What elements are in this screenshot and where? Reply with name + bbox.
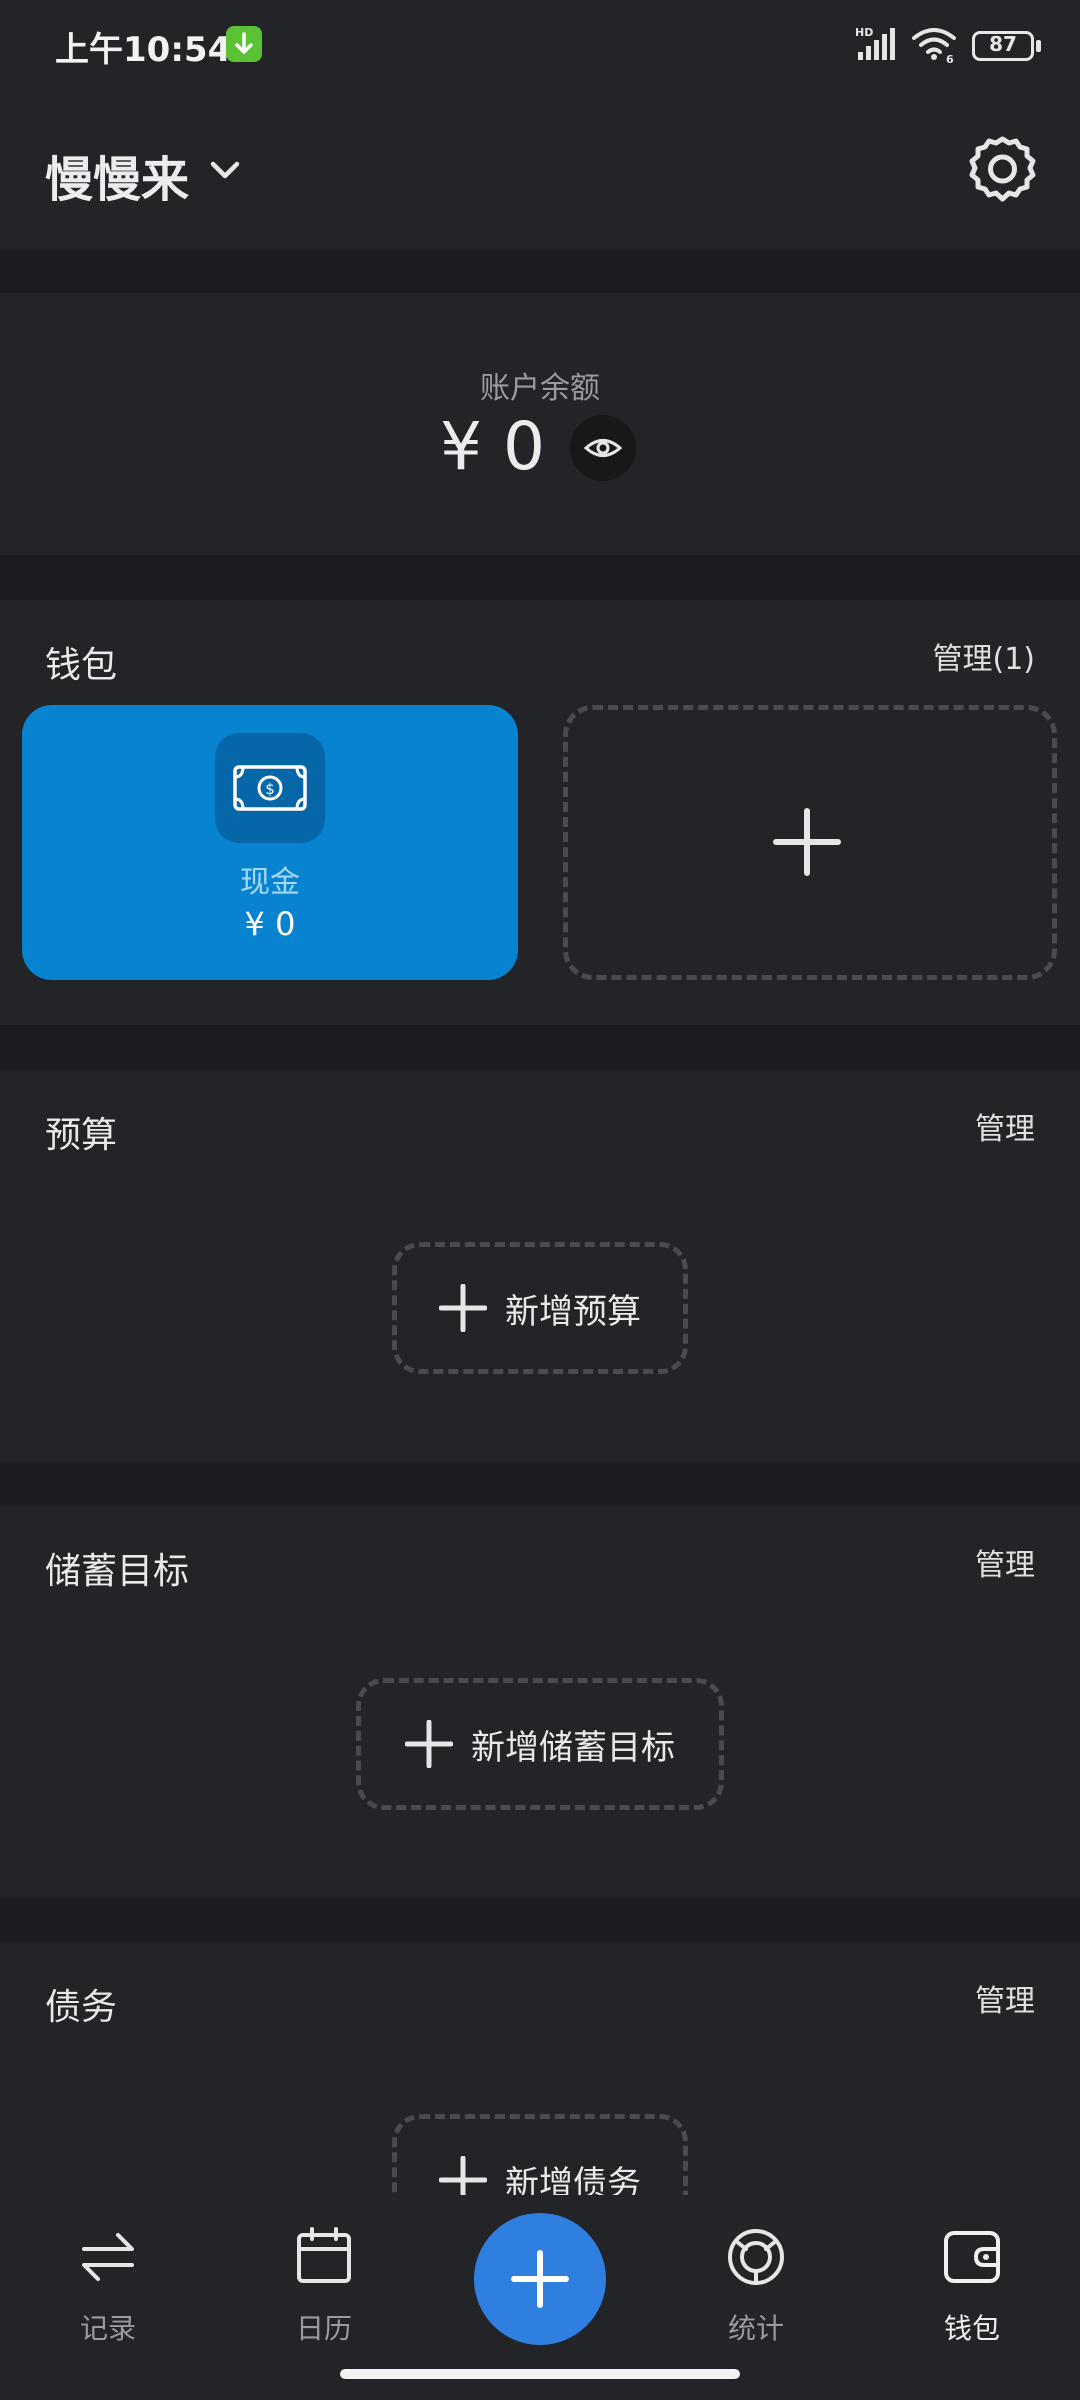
add-budget-button[interactable]: 新增预算	[392, 1242, 688, 1374]
nav-statistics[interactable]: 统计	[686, 2225, 826, 2345]
wallet-amount: ¥ 0	[244, 905, 296, 943]
plus-icon	[511, 2250, 569, 2308]
nav-records-label: 记录	[79, 2312, 136, 2345]
wifi-icon: 6	[912, 28, 956, 64]
gear-icon[interactable]	[965, 133, 1040, 208]
battery-tip	[1036, 40, 1041, 52]
chevron-down-icon[interactable]	[205, 150, 245, 190]
status-time: 上午10:54	[55, 30, 232, 70]
download-notification-icon	[226, 26, 262, 62]
add-savings-goal-label: 新增储蓄目标	[471, 1727, 675, 1768]
nav-wallet[interactable]: 钱包	[902, 2225, 1042, 2345]
nav-statistics-label: 统计	[727, 2312, 784, 2345]
svg-text:6: 6	[946, 53, 954, 64]
balance-label: 账户余额	[480, 371, 600, 406]
signal-icon: HD	[855, 26, 895, 60]
wallet-name: 现金	[240, 865, 300, 900]
add-budget-label: 新增预算	[505, 1291, 641, 1332]
budget-card: 预算 管理 新增预算	[0, 1070, 1080, 1462]
debt-section-title: 债务	[45, 1987, 118, 2028]
plus-icon	[773, 808, 841, 876]
wallet-section-title: 钱包	[45, 645, 118, 686]
ledger-selector[interactable]: 慢慢来	[45, 140, 189, 210]
debt-card: 债务 管理 新增债务	[0, 1942, 1080, 2202]
wallet-icon	[944, 2231, 1000, 2283]
wallet-tile-cash[interactable]: $ 现金 ¥ 0	[22, 705, 518, 980]
budget-section-title: 预算	[45, 1115, 118, 1156]
transfer-arrows-icon	[82, 2233, 134, 2281]
battery-icon: 87	[972, 31, 1034, 61]
home-indicator[interactable]	[340, 2369, 740, 2379]
nav-calendar[interactable]: 日历	[254, 2225, 394, 2345]
nav-wallet-label: 钱包	[943, 2312, 1000, 2345]
add-record-fab[interactable]	[474, 2213, 606, 2345]
banknote-icon: $	[215, 733, 325, 843]
wallet-manage-button[interactable]: 管理(1)	[933, 634, 1036, 678]
nav-calendar-label: 日历	[295, 2312, 352, 2345]
svg-text:HD: HD	[855, 26, 873, 39]
wallet-card: 钱包 管理(1) $ 现金 ¥ 0	[0, 600, 1080, 1025]
savings-section-title: 储蓄目标	[45, 1551, 190, 1592]
debt-manage-button[interactable]: 管理	[975, 1976, 1035, 2020]
battery-level: 87	[989, 32, 1017, 56]
plus-icon	[439, 1284, 487, 1332]
svg-text:$: $	[265, 780, 275, 798]
add-wallet-button[interactable]	[563, 705, 1057, 980]
plus-icon	[405, 1720, 453, 1768]
budget-manage-button[interactable]: 管理	[975, 1104, 1035, 1148]
calendar-icon	[297, 2227, 351, 2283]
page: 上午10:54 HD 6 87 慢慢来 账户余额 ¥ 0 钱包 管理(1) $ …	[0, 0, 1080, 2400]
savings-manage-button[interactable]: 管理	[975, 1540, 1035, 1584]
status-bar: 上午10:54 HD 6 87	[0, 0, 1080, 90]
chart-ring-icon	[728, 2229, 784, 2285]
add-savings-goal-button[interactable]: 新增储蓄目标	[356, 1678, 724, 1810]
add-debt-button[interactable]: 新增债务	[392, 2114, 688, 2202]
balance-card: 账户余额 ¥ 0	[0, 293, 1080, 555]
savings-card: 储蓄目标 管理 新增储蓄目标	[0, 1506, 1080, 1898]
header: 慢慢来	[0, 90, 1080, 250]
eye-icon[interactable]	[570, 415, 636, 481]
balance-value: ¥ 0	[440, 408, 545, 485]
nav-records[interactable]: 记录	[38, 2225, 178, 2345]
